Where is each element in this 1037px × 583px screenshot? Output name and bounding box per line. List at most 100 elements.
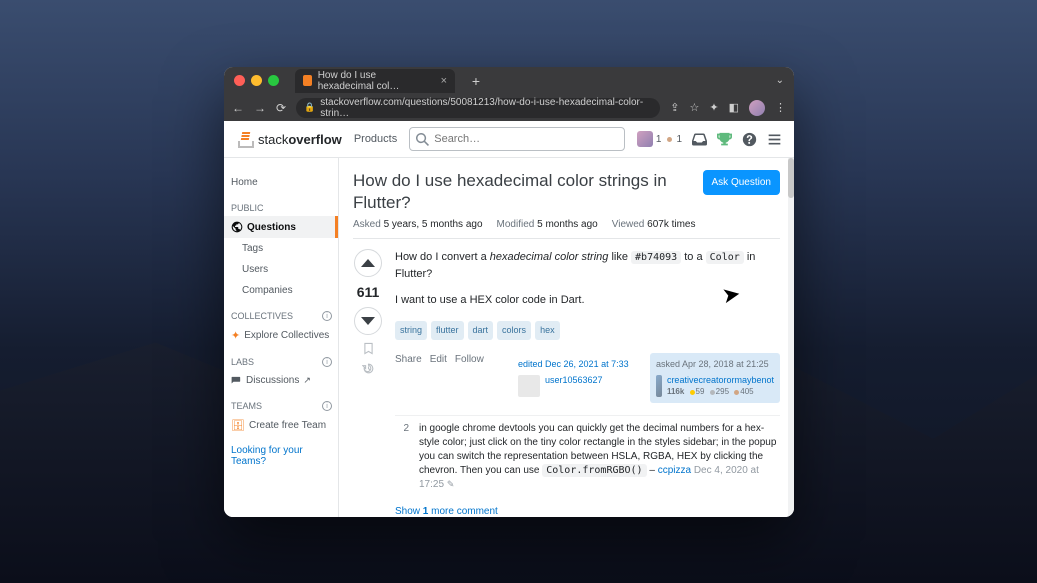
back-button[interactable]: ← [232,101,244,115]
question-body: How do I convert a hexadecimal color str… [395,249,780,517]
tag[interactable]: flutter [431,321,464,341]
tag[interactable]: dart [468,321,494,341]
code-inline: Color [706,251,744,264]
tag[interactable]: colors [497,321,531,341]
bookmark-icon[interactable] [362,342,375,355]
inbox-icon[interactable] [692,132,707,147]
scrollbar-thumb[interactable] [788,158,794,198]
question-meta: Asked 5 years, 5 months ago Modified 5 m… [353,219,780,239]
tag[interactable]: hex [535,321,560,341]
browser-window: How do I use hexadecimal col… × + ⌄ ← → … [224,67,794,517]
bronze-badge-icon [667,137,672,142]
share-icon[interactable]: ⇪ [670,101,679,114]
tabs-chevron-icon[interactable]: ⌄ [776,75,784,86]
sidebar-label: Discussions [246,375,299,386]
extensions-icon[interactable]: ✦ [709,101,718,114]
info-icon[interactable]: i [322,311,332,321]
sidebar-label: Create free Team [249,420,326,431]
sidebar-label: Questions [247,222,296,233]
search-icon [416,133,429,146]
sidebar-item-users[interactable]: Users [224,259,338,280]
editor-card: edited Dec 26, 2021 at 7:33 user10563627 [512,353,642,403]
sidebar-item-companies[interactable]: Companies [224,280,338,301]
hamburger-icon[interactable] [767,132,782,147]
asked-time: asked Apr 28, 2018 at 21:25 [656,359,769,369]
comment-author[interactable]: ccpizza [658,465,691,476]
maximize-window-icon[interactable] [268,75,279,86]
site-header: stackoverflow Products 1 1 [224,121,794,158]
search-box[interactable] [409,127,625,151]
upvote-button[interactable] [354,249,382,277]
tag[interactable]: string [395,321,427,341]
sidebar-heading-collectives: COLLECTIVESi [224,301,338,324]
trophy-icon[interactable] [717,132,732,147]
edited-time[interactable]: edited Dec 26, 2021 at 7:33 [518,359,629,369]
owner-username[interactable]: creativecreatorormaybenot [667,375,774,386]
minimize-window-icon[interactable] [251,75,262,86]
comment-score: 2 [395,422,409,492]
browser-tab[interactable]: How do I use hexadecimal col… × [295,69,455,93]
search-input[interactable] [434,133,618,145]
sidebar-label: Explore Collectives [244,330,329,341]
scrollbar[interactable] [788,158,794,517]
url-bar: ← → ⟳ 🔒 stackoverflow.com/questions/5008… [224,94,794,121]
sidebar-heading-public: PUBLIC [224,193,338,216]
logo-icon [236,130,254,148]
new-tab-button[interactable]: + [467,72,485,90]
profile-avatar-icon[interactable] [749,100,765,116]
follow-link[interactable]: Follow [455,352,484,367]
sidebar-heading-labs: LABSi [224,347,338,370]
user-avatar-icon [637,131,653,147]
sidebar-item-discussions[interactable]: Discussions ↗ [224,370,338,391]
kebab-menu-icon[interactable]: ⋮ [775,101,786,114]
share-link[interactable]: Share [395,352,422,367]
avatar-icon[interactable] [518,375,540,397]
help-icon[interactable] [742,132,757,147]
bookmark-star-icon[interactable]: ☆ [690,101,700,114]
main-content: How do I use hexadecimal color strings i… [339,158,794,517]
show-more-comments[interactable]: Show 1 more comment [395,504,780,517]
reload-button[interactable]: ⟳ [276,101,286,115]
address-field[interactable]: 🔒 stackoverflow.com/questions/50081213/h… [296,98,660,118]
bronze-count: 1 [676,134,682,145]
panel-icon[interactable]: ◧ [729,101,739,114]
bronze-badge-icon [734,390,739,395]
code-inline: #b74093 [631,251,681,264]
tab-title: How do I use hexadecimal col… [318,70,431,92]
sidebar-item-questions[interactable]: Questions [224,216,338,238]
nav-products[interactable]: Products [354,133,397,145]
star-burst-icon: ✦ [231,329,240,342]
titlebar: How do I use hexadecimal col… × + ⌄ [224,67,794,94]
info-icon[interactable]: i [322,357,332,367]
sidebar-heading-teams: TEAMSi [224,391,338,414]
tab-close-icon[interactable]: × [441,75,447,87]
logo[interactable]: stackoverflow [236,130,342,148]
gold-badge-icon [690,390,695,395]
ask-question-button[interactable]: Ask Question [703,170,780,195]
silver-badge-icon [710,390,715,395]
rep-value: 1 [656,134,662,145]
sidebar-item-tags[interactable]: Tags [224,238,338,259]
comment: 2 in google chrome devtools you can quic… [395,415,780,498]
teams-link[interactable]: Looking for your Teams? [224,437,338,475]
vote-score: 611 [357,284,380,300]
forward-button[interactable]: → [254,101,266,115]
user-reputation[interactable]: 1 1 [637,131,682,147]
editor-username[interactable]: user10563627 [545,375,603,386]
globe-icon [231,221,243,233]
tag-list: string flutter dart colors hex [395,321,780,341]
sidebar-item-home[interactable]: Home [224,172,338,193]
history-icon[interactable] [362,362,375,375]
info-icon[interactable]: i [322,401,332,411]
vote-column: 611 [353,249,383,517]
chevron-down-icon [361,317,375,325]
avatar-icon[interactable] [656,375,662,397]
url-text: stackoverflow.com/questions/50081213/how… [320,97,652,119]
lock-icon: 🔒 [304,102,315,113]
edit-link[interactable]: Edit [430,352,447,367]
sidebar-item-create-team[interactable]: 🗄 Create free Team [224,414,338,437]
external-link-icon: ↗ [303,375,311,386]
close-window-icon[interactable] [234,75,245,86]
sidebar-item-explore-collectives[interactable]: ✦ Explore Collectives [224,324,338,347]
downvote-button[interactable] [354,307,382,335]
